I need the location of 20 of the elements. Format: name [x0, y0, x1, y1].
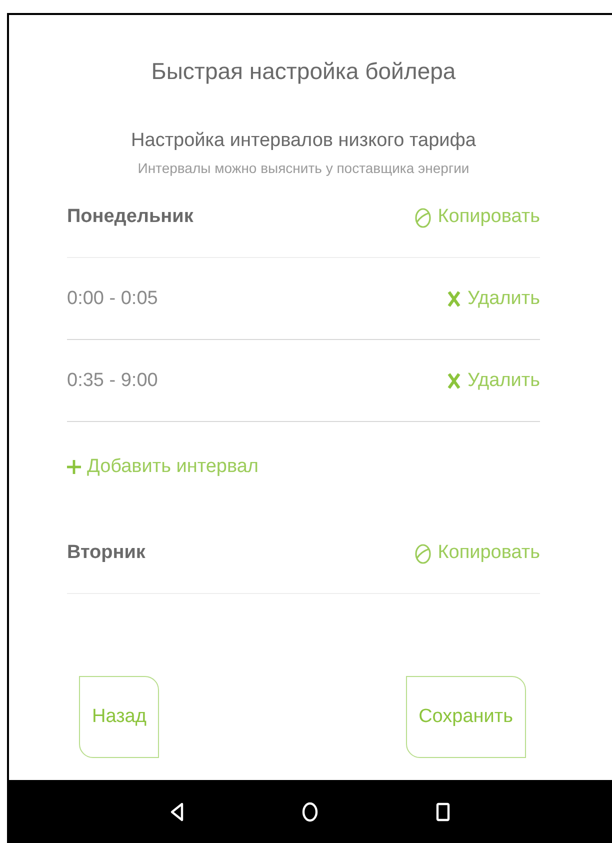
interval-time: 0:00 - 0:05 [67, 288, 158, 310]
delete-link[interactable]: Удалить [447, 288, 540, 310]
add-interval-link[interactable]: Добавить интервал [67, 456, 259, 478]
plus-icon [67, 460, 81, 474]
day-name: Понедельник [67, 206, 194, 228]
section-title: Настройка интервалов низкого тарифа [130, 130, 477, 152]
delete-link[interactable]: Удалить [447, 370, 540, 392]
hint-text: Интервалы можно выяснить у поставщика энергии [136, 160, 470, 176]
copy-link[interactable]: Копировать [414, 540, 540, 564]
interval-time: 0:35 - 9:00 [67, 370, 158, 392]
save-button[interactable]: Сохранить [406, 676, 526, 758]
close-icon [447, 372, 462, 388]
copy-link[interactable]: Копировать [414, 204, 540, 228]
day-name: Вторник [67, 542, 146, 564]
recent-apps-icon[interactable] [436, 802, 450, 822]
back-icon[interactable] [170, 802, 184, 822]
back-button[interactable]: Назад [79, 676, 160, 758]
page-title: Быстрая настройка бойлера [150, 58, 457, 85]
home-icon[interactable] [302, 802, 318, 822]
close-icon [447, 290, 462, 306]
